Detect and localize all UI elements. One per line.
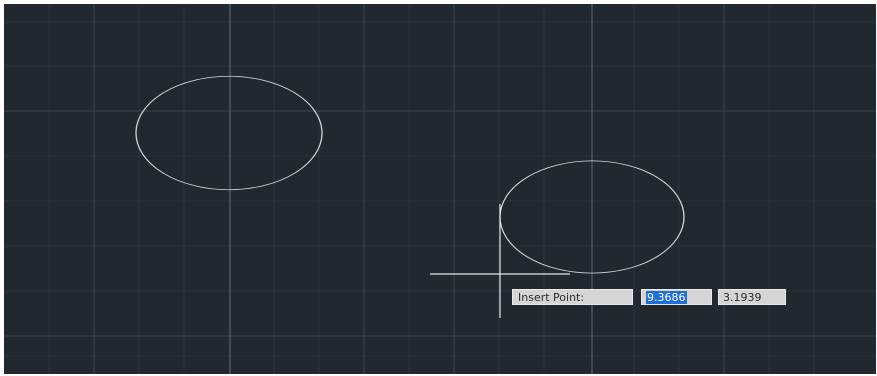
drawing-viewport[interactable] xyxy=(4,4,876,374)
circle-left[interactable] xyxy=(135,75,323,191)
x-coordinate-input[interactable]: 9.3686 xyxy=(641,289,712,305)
grid-axes xyxy=(229,4,593,374)
x-coordinate-value: 9.3686 xyxy=(646,291,687,304)
grid-minor xyxy=(4,4,876,374)
y-coordinate-input[interactable]: 3.1939 xyxy=(718,289,786,305)
dynamic-input-prompt: Insert Point: xyxy=(512,289,633,305)
drawing-canvas[interactable]: Insert Point: 9.3686 3.1939 xyxy=(4,4,876,374)
grid-major xyxy=(4,4,876,374)
